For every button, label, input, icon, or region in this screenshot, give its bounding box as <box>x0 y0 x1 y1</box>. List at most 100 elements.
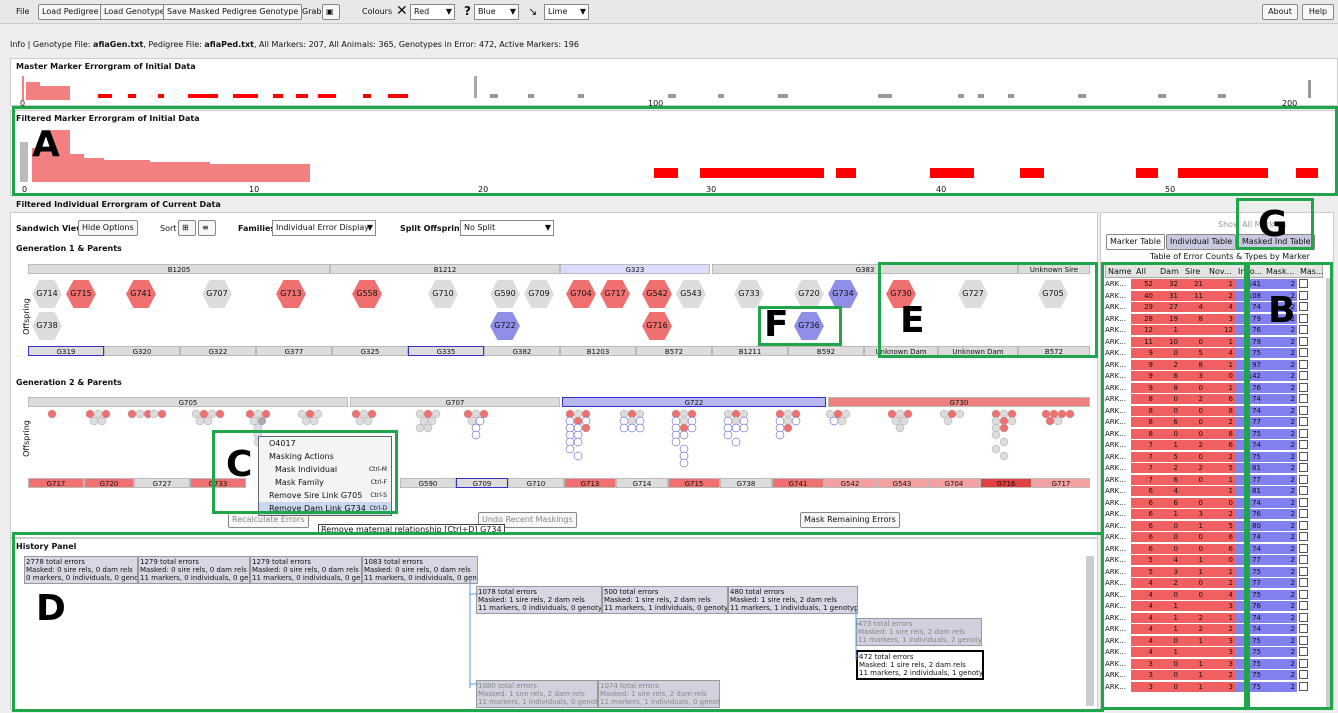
table-row[interactable]: ARK... 4 0 0 4 75 2 <box>1105 589 1323 600</box>
mask-checkbox[interactable] <box>1299 394 1308 403</box>
mask-checkbox[interactable] <box>1299 302 1308 311</box>
colour-select-3[interactable]: Lime ▼ <box>544 4 589 20</box>
mask-checkbox[interactable] <box>1299 474 1308 484</box>
dam-strip[interactable]: G325 <box>332 346 408 356</box>
dam-strip[interactable]: G714 <box>616 478 668 488</box>
table-row[interactable]: ARK... 9 6 3 0 142 2 <box>1105 371 1323 381</box>
dam-strip[interactable]: B572 <box>636 346 712 356</box>
mask-checkbox[interactable] <box>1299 612 1308 622</box>
mask-checkbox[interactable] <box>1299 405 1308 415</box>
table-row[interactable]: ARK... 5 3 1 1 75 2 <box>1105 566 1323 577</box>
hide-options-button[interactable]: Hide Options <box>78 220 138 236</box>
mask-family-item[interactable]: Mask Family Ctrl-F <box>259 476 391 489</box>
table-row[interactable]: ARK... 8 0 0 8 75 2 <box>1105 428 1323 439</box>
history-scrollbar[interactable] <box>1086 556 1094 706</box>
mask-checkbox[interactable] <box>1299 543 1308 553</box>
remove-sire-link-item[interactable]: Remove Sire Link G705 Ctrl-S <box>259 489 391 502</box>
dam-strip[interactable]: G322 <box>180 346 256 356</box>
table-row[interactable]: ARK... 3 0 1 3 75 2 <box>1105 681 1323 692</box>
load-genotype-button[interactable]: Load Genotype <box>100 4 169 20</box>
table-scrollbar[interactable] <box>1326 278 1333 708</box>
history-node[interactable]: 1279 total errors Masked: 0 sire rels, 0 … <box>138 556 250 584</box>
dam-strip[interactable]: G543 <box>876 478 928 488</box>
mask-checkbox[interactable] <box>1299 290 1308 300</box>
sire-strip[interactable]: G707 <box>350 397 560 407</box>
mask-checkbox[interactable] <box>1299 509 1308 518</box>
dam-strip[interactable]: G320 <box>104 346 180 356</box>
table-row[interactable]: ARK... 52 32 21 1 141 2 <box>1105 279 1323 289</box>
tab-individual-table[interactable]: Individual Table <box>1166 234 1237 250</box>
table-row[interactable]: ARK... 11 10 0 1 79 2 <box>1105 336 1323 347</box>
dam-strip[interactable]: G382 <box>484 346 560 356</box>
mask-checkbox[interactable] <box>1299 635 1308 645</box>
dam-strip[interactable]: G717 <box>1032 478 1090 488</box>
sire-strip[interactable]: B1205 <box>28 264 330 274</box>
mask-checkbox[interactable] <box>1299 325 1308 334</box>
table-row[interactable]: ARK... 9 8 0 1 76 2 <box>1105 382 1323 393</box>
table-row[interactable]: ARK... 3 0 1 3 75 2 <box>1105 658 1323 669</box>
mask-checkbox[interactable] <box>1299 359 1308 369</box>
table-row[interactable]: ARK... 7 2 2 5 81 2 <box>1105 463 1323 473</box>
file-menu[interactable]: File <box>16 7 29 16</box>
sire-strip[interactable]: G705 <box>28 397 348 407</box>
dam-strip[interactable]: G738 <box>720 478 772 488</box>
col-header[interactable]: Mas... <box>1300 267 1324 276</box>
mask-checkbox[interactable] <box>1299 624 1308 633</box>
table-row[interactable]: ARK... 6 0 0 6 74 2 <box>1105 532 1323 542</box>
mask-checkbox[interactable] <box>1299 382 1308 392</box>
dam-strip[interactable]: G713 <box>564 478 616 488</box>
table-row[interactable]: ARK... 8 0 0 8 74 2 <box>1105 405 1323 416</box>
table-row[interactable]: ARK... 4 1 3 75 2 <box>1105 647 1323 657</box>
mask-checkbox[interactable] <box>1299 417 1308 426</box>
table-row[interactable]: ARK... 7 1 2 6 74 2 <box>1105 440 1323 450</box>
mask-checkbox[interactable] <box>1299 658 1308 668</box>
mask-checkbox[interactable] <box>1299 463 1308 472</box>
mask-checkbox[interactable] <box>1299 336 1308 346</box>
dam-strip[interactable]: G710 <box>508 478 564 488</box>
table-row[interactable]: ARK... 8 0 2 6 74 2 <box>1105 394 1323 404</box>
col-header[interactable]: All <box>1136 267 1146 276</box>
dam-strip[interactable]: G720 <box>84 478 134 488</box>
mask-checkbox[interactable] <box>1299 313 1308 323</box>
table-row[interactable]: ARK... 4 2 0 2 77 2 <box>1105 578 1323 588</box>
col-header[interactable]: Nov... <box>1209 267 1232 276</box>
mask-checkbox[interactable] <box>1299 578 1308 587</box>
mask-checkbox[interactable] <box>1299 532 1308 541</box>
mask-checkbox[interactable] <box>1299 647 1308 656</box>
dam-strip[interactable]: G335 <box>408 346 484 356</box>
table-row[interactable]: ARK... 3 0 1 2 75 2 <box>1105 670 1323 680</box>
dam-strip[interactable]: G542 <box>824 478 876 488</box>
mask-checkbox[interactable] <box>1299 348 1308 357</box>
history-node[interactable]: 2778 total errors Masked: 0 sire rels, 0 … <box>24 556 138 584</box>
dam-strip[interactable]: G741 <box>772 478 824 488</box>
table-row[interactable]: ARK... 6 6 0 0 74 2 <box>1105 497 1323 508</box>
col-header[interactable]: Mask... <box>1266 267 1294 276</box>
mask-checkbox[interactable] <box>1299 497 1308 507</box>
dam-strip[interactable]: G319 <box>28 346 104 356</box>
sire-strip[interactable]: G722 <box>562 397 826 407</box>
table-row[interactable]: ARK... 7 6 0 1 77 2 <box>1105 474 1323 485</box>
col-header[interactable]: Name <box>1108 267 1132 276</box>
mask-checkbox[interactable] <box>1299 486 1308 495</box>
table-row[interactable]: ARK... 6 4 1 81 2 <box>1105 486 1323 496</box>
colour-select-2[interactable]: Blue ▼ <box>474 4 519 20</box>
table-row[interactable]: ARK... 4 1 2 2 74 2 <box>1105 624 1323 634</box>
mask-checkbox[interactable] <box>1299 681 1308 691</box>
mask-checkbox[interactable] <box>1299 451 1308 461</box>
mask-checkbox[interactable] <box>1299 670 1308 679</box>
table-row[interactable]: ARK... 8 6 0 2 77 2 <box>1105 417 1323 427</box>
dam-strip[interactable]: G727 <box>134 478 190 488</box>
dam-strip[interactable]: G717 <box>28 478 84 488</box>
table-row[interactable]: ARK... 4 0 1 3 75 2 <box>1105 635 1323 646</box>
table-row[interactable]: ARK... 6 1 3 2 76 2 <box>1105 509 1323 519</box>
mask-checkbox[interactable] <box>1299 279 1308 288</box>
dam-strip[interactable]: G704 <box>928 478 980 488</box>
camera-icon[interactable]: ▣ <box>322 4 340 20</box>
dam-strip[interactable]: B1203 <box>560 346 636 356</box>
mask-checkbox[interactable] <box>1299 371 1308 380</box>
table-row[interactable]: ARK... 9 2 8 1 97 2 <box>1105 359 1323 370</box>
dam-strip[interactable]: G715 <box>668 478 720 488</box>
load-pedigree-button[interactable]: Load Pedigree <box>38 4 103 20</box>
col-header[interactable]: Inco... <box>1238 267 1262 276</box>
remove-dam-link-item[interactable]: Remove Dam Link G734 Ctrl-D <box>259 502 391 515</box>
